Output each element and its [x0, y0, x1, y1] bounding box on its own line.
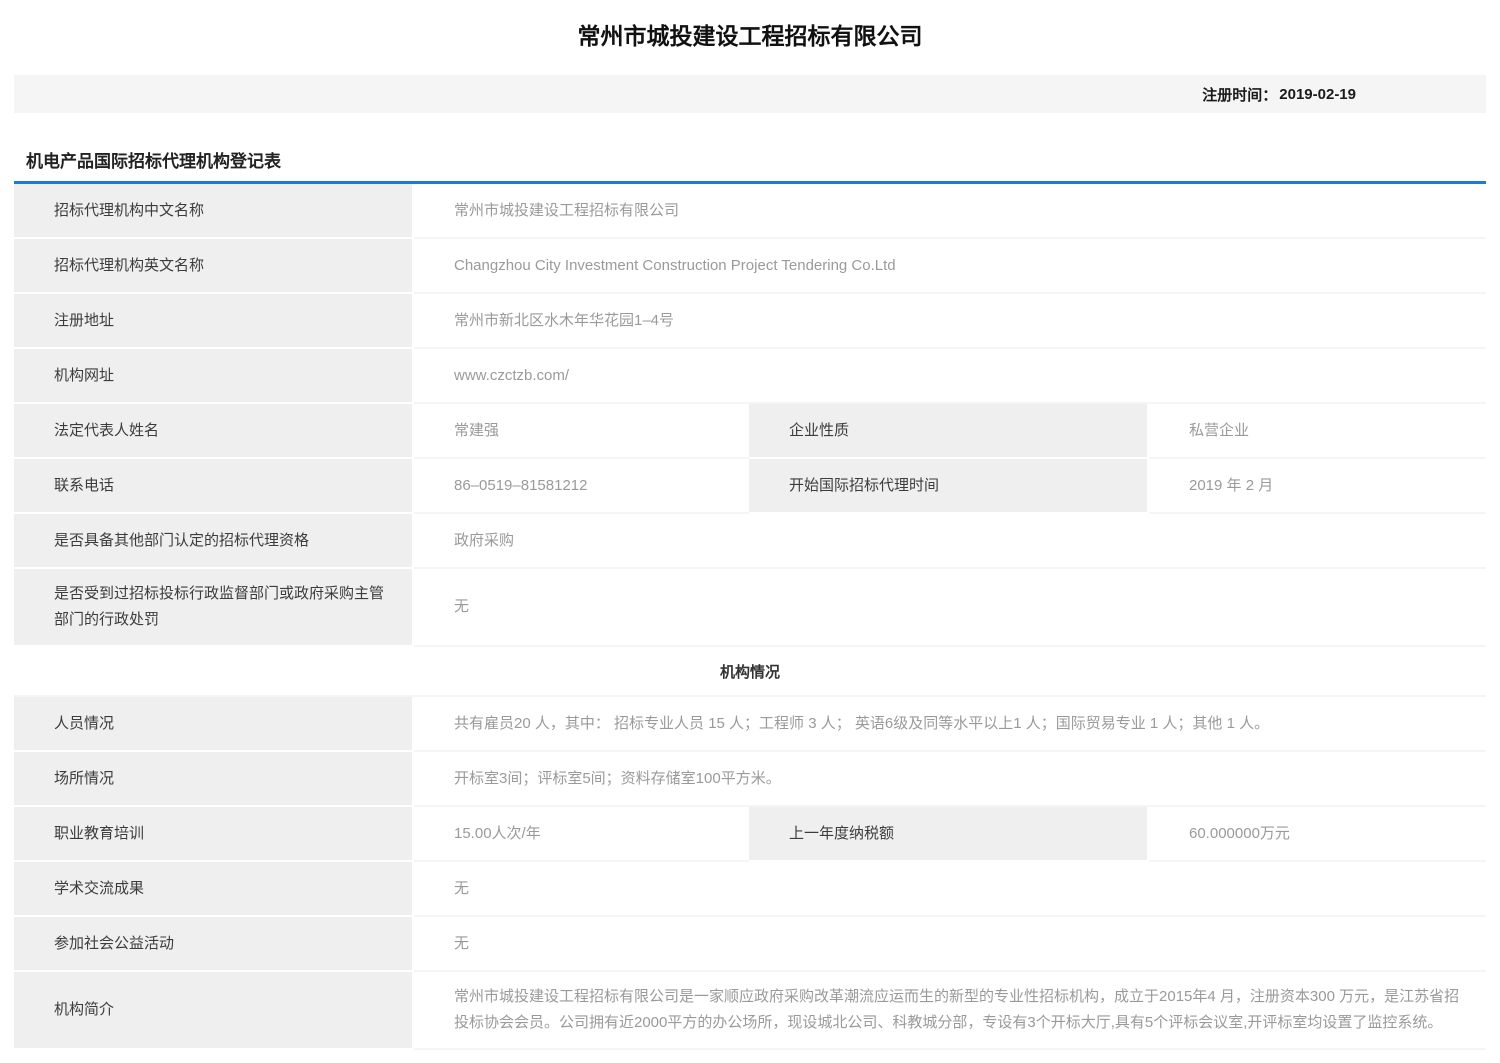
registration-time-value: 2019-02-19 — [1279, 86, 1356, 103]
table-row-legal-rep: 法定代表人姓名 常建强 企业性质 私营企业 — [14, 404, 1486, 459]
row-label: 是否受到过招标投标行政监督部门或政府采购主管部门的行政处罚 — [14, 569, 414, 647]
table-row-cn-name: 招标代理机构中文名称 常州市城投建设工程招标有限公司 — [14, 184, 1486, 239]
row-label: 职业教育培训 — [14, 807, 414, 862]
table-row-website: 机构网址 www.czctzb.com/ — [14, 349, 1486, 404]
row-label: 开始国际招标代理时间 — [749, 459, 1149, 514]
row-label: 招标代理机构中文名称 — [14, 184, 414, 239]
row-value: 常州市城投建设工程招标有限公司 — [414, 184, 1486, 239]
table-row-penalty: 是否受到过招标投标行政监督部门或政府采购主管部门的行政处罚 无 — [14, 569, 1486, 647]
registration-table: 招标代理机构中文名称 常州市城投建设工程招标有限公司 招标代理机构英文名称 Ch… — [14, 184, 1486, 1050]
table-row-intro: 机构简介 常州市城投建设工程招标有限公司是一家顺应政府采购改革潮流应运而生的新型… — [14, 972, 1486, 1050]
row-label: 机构简介 — [14, 972, 414, 1050]
table-section-header: 机构情况 — [14, 647, 1486, 697]
table-row-training: 职业教育培训 15.00人次/年 上一年度纳税额 60.000000万元 — [14, 807, 1486, 862]
table-row-other-qualification: 是否具备其他部门认定的招标代理资格 政府采购 — [14, 514, 1486, 569]
registration-time-bar: 注册时间： 2019-02-19 — [14, 75, 1486, 113]
table-row-address: 注册地址 常州市新北区水木年华花园1–4号 — [14, 294, 1486, 349]
row-value: 政府采购 — [414, 514, 1486, 569]
row-value: Changzhou City Investment Construction P… — [414, 239, 1486, 294]
section-header-label: 机构情况 — [14, 647, 1486, 697]
row-value: 开标室3间；评标室5间；资料存储室100平方米。 — [414, 752, 1486, 807]
row-value: 常州市城投建设工程招标有限公司是一家顺应政府采购改革潮流应运而生的新型的专业性招… — [414, 972, 1486, 1050]
row-label: 招标代理机构英文名称 — [14, 239, 414, 294]
section-title: 机电产品国际招标代理机构登记表 — [14, 150, 1486, 174]
row-value: 2019 年 2 月 — [1149, 459, 1486, 514]
table-row-phone: 联系电话 86–0519–81581212 开始国际招标代理时间 2019 年 … — [14, 459, 1486, 514]
row-value: 常建强 — [414, 404, 749, 459]
row-value: 共有雇员20 人，其中： 招标专业人员 15 人；工程师 3 人； 英语6级及同… — [414, 697, 1486, 752]
row-label: 注册地址 — [14, 294, 414, 349]
row-label: 上一年度纳税额 — [749, 807, 1149, 862]
row-label: 法定代表人姓名 — [14, 404, 414, 459]
registration-time-label: 注册时间： — [1202, 84, 1277, 105]
table-row-premises: 场所情况 开标室3间；评标室5间；资料存储室100平方米。 — [14, 752, 1486, 807]
row-label: 机构网址 — [14, 349, 414, 404]
row-label: 联系电话 — [14, 459, 414, 514]
row-label: 企业性质 — [749, 404, 1149, 459]
row-label: 学术交流成果 — [14, 862, 414, 917]
row-label: 人员情况 — [14, 697, 414, 752]
row-value: 60.000000万元 — [1149, 807, 1486, 862]
table-row-en-name: 招标代理机构英文名称 Changzhou City Investment Con… — [14, 239, 1486, 294]
row-value: 86–0519–81581212 — [414, 459, 749, 514]
table-row-staff: 人员情况 共有雇员20 人，其中： 招标专业人员 15 人；工程师 3 人； 英… — [14, 697, 1486, 752]
table-row-charity: 参加社会公益活动 无 — [14, 917, 1486, 972]
row-label: 参加社会公益活动 — [14, 917, 414, 972]
row-value: 无 — [414, 569, 1486, 647]
row-value: 无 — [414, 862, 1486, 917]
table-row-academic: 学术交流成果 无 — [14, 862, 1486, 917]
row-value: 15.00人次/年 — [414, 807, 749, 862]
row-label: 是否具备其他部门认定的招标代理资格 — [14, 514, 414, 569]
row-value: 无 — [414, 917, 1486, 972]
row-label: 场所情况 — [14, 752, 414, 807]
row-value: 私营企业 — [1149, 404, 1486, 459]
row-value: www.czctzb.com/ — [414, 349, 1486, 404]
page: 常州市城投建设工程招标有限公司 注册时间： 2019-02-19 机电产品国际招… — [14, 0, 1486, 1063]
page-title: 常州市城投建设工程招标有限公司 — [14, 0, 1486, 52]
row-value: 常州市新北区水木年华花园1–4号 — [414, 294, 1486, 349]
